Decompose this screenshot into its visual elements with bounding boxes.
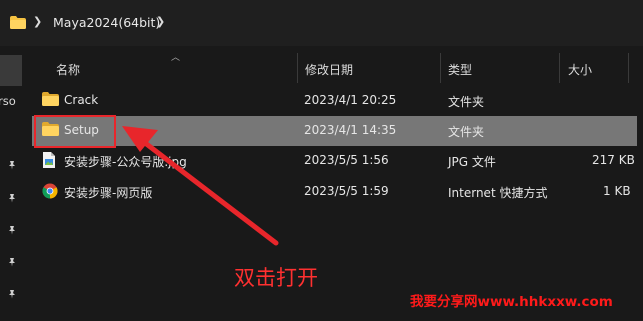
annotation-text: 双击打开 — [234, 266, 318, 290]
watermark: 我要分享网www.hhkxxw.com — [410, 294, 613, 310]
red-arrow-icon — [122, 126, 279, 246]
